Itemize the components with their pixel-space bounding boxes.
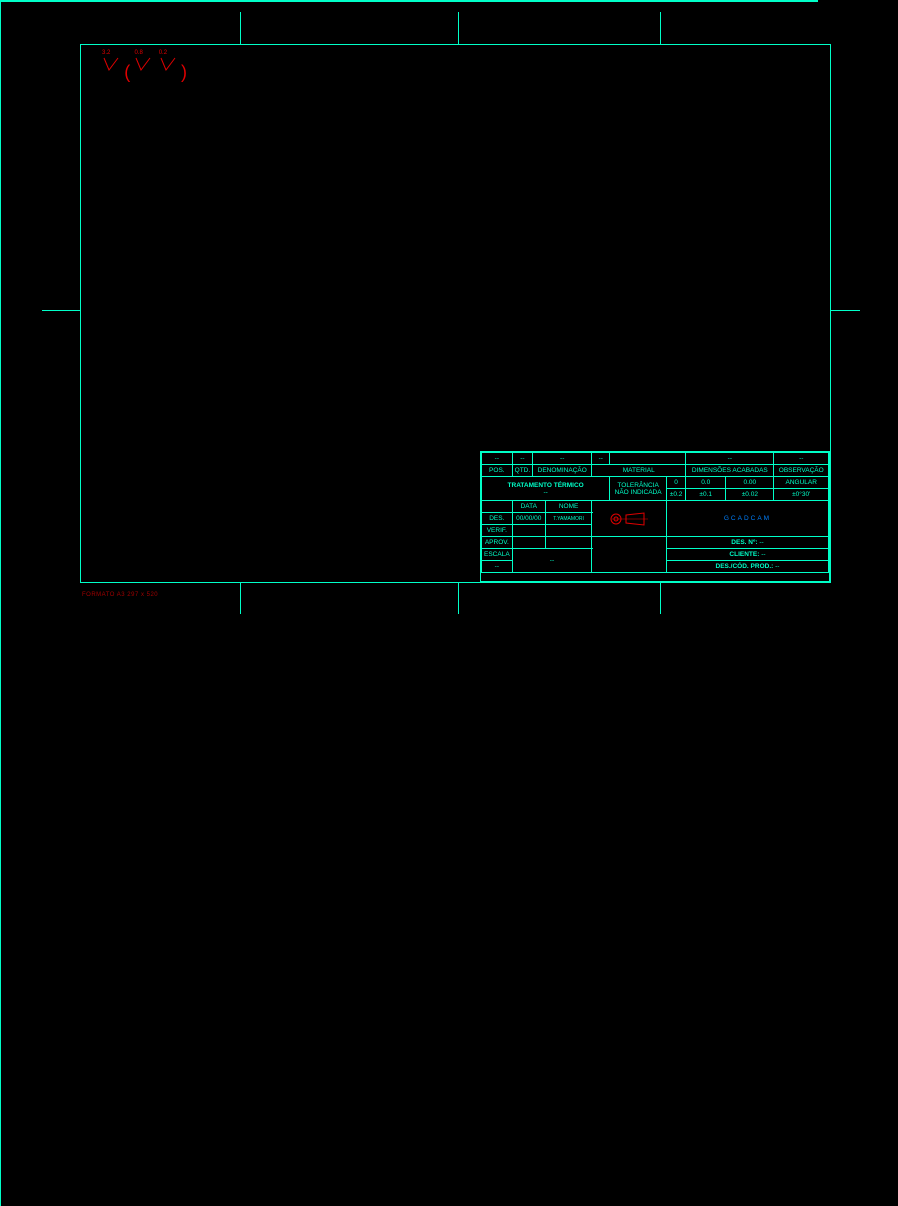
treatment-row: TRATAMENTO TÉRMICO -- TOLERÂNCIA NÃO IND…: [482, 477, 829, 489]
thermal-treatment: TRATAMENTO TÉRMICO --: [482, 477, 610, 501]
verif-label: VERIF.: [482, 525, 513, 537]
aprov-row: APROV. DES. Nº: --: [482, 537, 829, 549]
outer-frame-right: [0, 604, 1, 1206]
des-name: T.YAMAMORI: [545, 513, 591, 525]
cod-label: DES./CÓD. PROD.:: [716, 563, 774, 570]
escala-extra: --: [512, 549, 592, 573]
cell-mat-val: --: [592, 453, 610, 465]
parts-header-row: POS. QTD. DENOMINAÇÃO MATERIAL DIMENSÕES…: [482, 465, 829, 477]
des-no-cell: DES. Nº: --: [666, 537, 828, 549]
cell-obs-val: --: [774, 453, 829, 465]
cell-mat-val2: [610, 453, 686, 465]
hdr-dims: DIMENSÕES ACABADAS: [686, 465, 774, 477]
tol-v-ang: ±0°30': [774, 489, 829, 501]
zone-tick: [458, 582, 459, 614]
roughness-symbol: 0.2: [159, 56, 177, 74]
title-block-table: -- -- -- -- -- -- POS. QTD. DENOMINAÇÃO …: [481, 452, 829, 573]
title-block: -- -- -- -- -- -- POS. QTD. DENOMINAÇÃO …: [480, 451, 830, 582]
paren-close: ): [181, 62, 187, 82]
parts-data-row: -- -- -- -- -- --: [482, 453, 829, 465]
tol-v-0: ±0.2: [666, 489, 685, 501]
hdr-pos: POS.: [482, 465, 513, 477]
des-label: DES.: [482, 513, 513, 525]
zone-tick: [42, 310, 80, 311]
cod-value: --: [775, 563, 779, 570]
desno-value: --: [759, 539, 763, 546]
cliente-cell: CLIENTE: --: [666, 549, 828, 561]
blank-mid: [592, 537, 667, 573]
projection-symbol: [592, 501, 667, 537]
company-logo: GCADCAM: [666, 501, 828, 537]
zone-tick: [830, 310, 860, 311]
zone-tick: [458, 12, 459, 44]
escala-label: ESCALA: [482, 549, 513, 561]
tol-label-2: NÃO INDICADA: [612, 489, 664, 496]
format-note: FORMATO A3 297 x 520: [82, 592, 158, 598]
tol-h-000: 0.00: [726, 477, 774, 489]
hdr-obs: OBSERVAÇÃO: [774, 465, 829, 477]
surface-finish-symbols: 3.2 ( 0.8 0.2 ): [100, 56, 187, 83]
tol-h-ang: ANGULAR: [774, 477, 829, 489]
zone-tick: [240, 582, 241, 614]
hdr-qtd: QTD.: [512, 465, 533, 477]
zone-tick: [660, 582, 661, 614]
zone-tick: [240, 12, 241, 44]
aprov-date: [512, 537, 545, 549]
thermal-value: --: [484, 489, 607, 496]
tol-h-00: 0.0: [686, 477, 726, 489]
outer-frame-left: [0, 2, 1, 604]
verif-date: [512, 525, 545, 537]
cell-denom-val: --: [533, 453, 592, 465]
roughness-symbol: 0.8: [134, 56, 152, 74]
verif-name: [545, 525, 591, 537]
thermal-label: TRATAMENTO TÉRMICO: [484, 482, 607, 489]
hdr-denom: DENOMINAÇÃO: [533, 465, 592, 477]
des-date: 00/00/00: [512, 513, 545, 525]
tol-h-0: 0: [666, 477, 685, 489]
blank: [482, 501, 513, 513]
cell-pos-val: --: [482, 453, 513, 465]
aprov-name: [545, 537, 591, 549]
escala-value: --: [482, 561, 513, 573]
sig-header-row: DATA NOME GCADCAM: [482, 501, 829, 513]
paren-open: (: [124, 62, 130, 82]
cod-cell: DES./CÓD. PROD.: --: [666, 561, 828, 573]
cliente-label: CLIENTE:: [729, 551, 759, 558]
aprov-label: APROV.: [482, 537, 513, 549]
tol-v-00: ±0.1: [686, 489, 726, 501]
cell-dims-val: --: [686, 453, 774, 465]
roughness-symbol: 3.2: [102, 56, 120, 74]
cliente-value: --: [761, 551, 765, 558]
zone-tick: [660, 12, 661, 44]
desno-label: DES. Nº:: [731, 539, 757, 546]
tol-label-1: TOLERÂNCIA: [612, 482, 664, 489]
nome-hdr: NOME: [545, 501, 591, 513]
cell-qtd-val: --: [512, 453, 533, 465]
tol-label: TOLERÂNCIA NÃO INDICADA: [610, 477, 667, 501]
data-hdr: DATA: [512, 501, 545, 513]
hdr-material: MATERIAL: [592, 465, 686, 477]
outer-frame-bottom: [0, 1, 818, 2]
tol-v-000: ±0.02: [726, 489, 774, 501]
